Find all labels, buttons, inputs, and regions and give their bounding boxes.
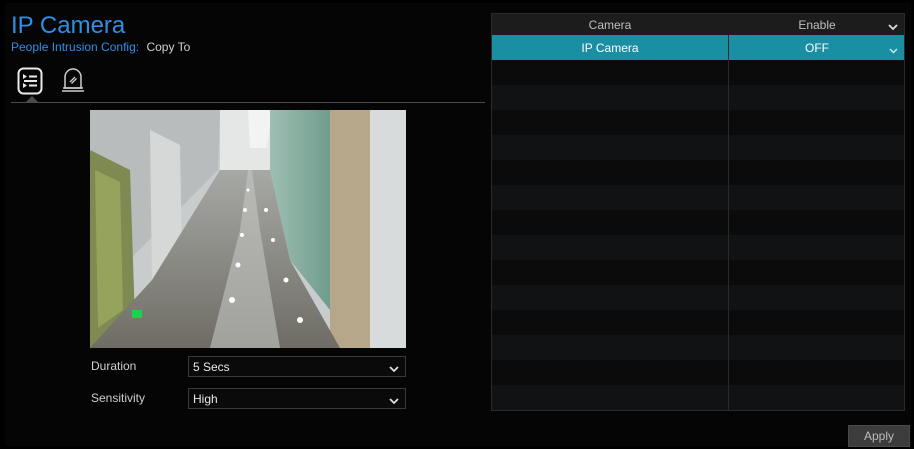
column-header-enable[interactable]: Enable <box>728 18 904 32</box>
empty-row <box>492 85 904 110</box>
tab-divider <box>11 102 485 103</box>
table-row[interactable]: IP Camera OFF <box>492 35 904 60</box>
camera-preview <box>90 110 406 348</box>
duration-value: 5 Secs <box>193 360 230 374</box>
empty-row <box>492 385 904 410</box>
sensitivity-select[interactable]: High <box>188 388 406 409</box>
empty-row <box>492 235 904 260</box>
camera-table: Camera Enable IP Camera OFF <box>491 13 905 411</box>
table-header: Camera Enable <box>492 14 904 35</box>
empty-row <box>492 135 904 160</box>
chevron-down-icon <box>389 394 399 408</box>
page-title: IP Camera <box>11 12 126 39</box>
empty-row <box>492 185 904 210</box>
duration-label: Duration <box>91 359 137 373</box>
column-divider <box>728 35 729 410</box>
empty-row <box>492 335 904 360</box>
apply-button[interactable]: Apply <box>848 425 910 447</box>
page-subtitle: People Intrusion Config: Copy To <box>11 40 190 54</box>
chevron-down-icon <box>389 362 399 376</box>
sensitivity-label: Sensitivity <box>91 391 146 405</box>
sensitivity-value: High <box>193 392 218 406</box>
chevron-down-icon[interactable] <box>888 20 898 34</box>
chevron-down-icon[interactable] <box>889 43 898 57</box>
enable-cell[interactable]: OFF <box>728 41 904 55</box>
rule-list-icon[interactable] <box>17 67 43 95</box>
camera-cell: IP Camera <box>581 41 639 55</box>
alarm-light-icon[interactable] <box>60 67 86 95</box>
column-header-camera: Camera <box>588 18 632 32</box>
copy-to-link[interactable]: Copy To <box>146 40 190 54</box>
config-label: People Intrusion Config: <box>11 40 140 54</box>
empty-row <box>492 285 904 310</box>
duration-select[interactable]: 5 Secs <box>188 356 406 377</box>
